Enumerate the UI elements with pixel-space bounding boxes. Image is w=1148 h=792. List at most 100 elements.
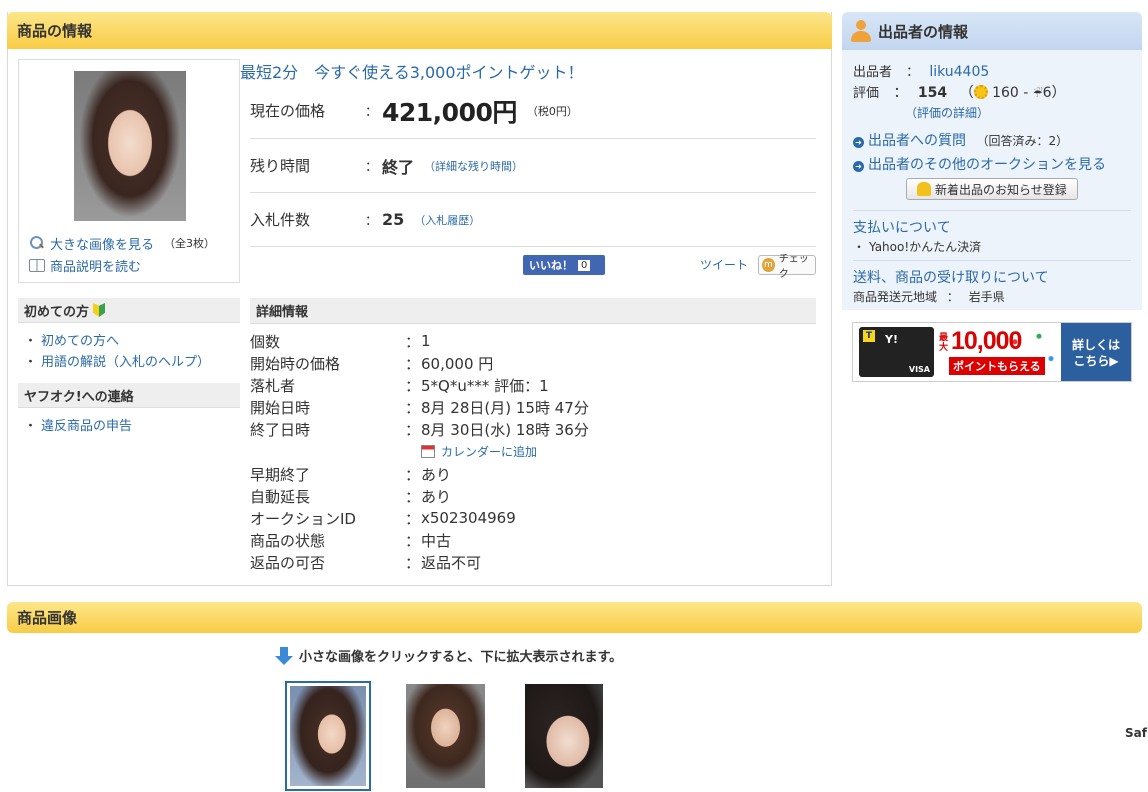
contact-title: ヤフオク!への連絡 [24,389,134,405]
detail-row-start-price: 開始時の価格 ： 60,000 円 [250,352,816,374]
ship-from-label: 商品発送元地域 [853,290,938,304]
check-label: チェック [778,254,809,280]
seller-rating-row: 評価 ： 154 （ 160 - ☔6） [853,82,1066,102]
other-auctions-row: ➜ 出品者のその他のオークションを見る [853,154,1106,174]
payment-link[interactable]: 支払いについて [853,217,951,237]
image-hint: 小さな画像をクリックすると、下に拡大表示されます。 [275,646,622,665]
for-beginners-link[interactable]: 初めての方へ [41,330,119,349]
detail-row-auction-id: オークションID ： x502304969 [250,507,816,529]
detail-row-winner: 落札者 ： 5*Q*u*** 評価：1 [250,374,816,396]
detail-label: 終了日時 [250,421,311,440]
detail-colon: ： [405,332,421,351]
other-auctions-link[interactable]: 出品者のその他のオークションを見る [868,157,1106,173]
detail-value: 返品不可 [421,554,482,573]
detail-label: 個数 [250,332,281,351]
ship-from-colon: ： [946,290,959,304]
ship-from-row: 商品発送元地域 ： 岩手県 [853,288,1005,305]
t-point-badge: T [863,330,875,342]
bid-count-value: 25 [382,210,405,229]
points-promo-link[interactable]: 最短2分 今すぐ使える3,000ポイントゲット！ [240,59,584,83]
detail-colon: ： [405,554,421,573]
price-label: 現在の価格 [250,102,326,120]
detail-row-condition: 商品の状態 ：中古 [250,530,816,552]
contact-header: ヤフオク!への連絡 [18,383,240,408]
detail-value: 8月 30日(水) 18時 36分 [421,421,589,440]
glossary-link[interactable]: 用語の解説（入札のヘルプ） [41,351,210,370]
read-description-link[interactable]: 商品説明を読む [50,256,141,275]
report-violation-link[interactable]: 違反商品の申告 [41,415,132,434]
gallery-thumb-1[interactable] [285,681,371,791]
gallery-thumb-2[interactable] [406,684,485,788]
details-title: 詳細情報 [256,305,309,320]
detail-value: 5*Q*u*** 評価：1 [421,376,549,395]
ship-from-value: 岩手県 [968,290,1005,304]
gallery-image-2 [406,684,485,788]
question-row: ➜ 出品者への質問 （回答済み：2） [853,130,1068,150]
max-label: 最大 [939,333,949,353]
main-thumbnail-box: 大きな画像を見る （全3枚） 商品説明を読む [18,59,240,283]
detail-row-auto-extend: 自動延長 ：あり [250,485,816,507]
detail-row-early-end: 早期終了 ：あり [250,463,816,485]
new-listing-notify-button[interactable]: 新着出品のお知らせ登録 [906,178,1078,200]
book-icon [29,258,45,272]
detail-colon: ： [405,509,421,528]
shipping-link[interactable]: 送料、商品の受け取りについて [853,267,1049,287]
gallery-image-1 [290,686,366,786]
rating-value-link[interactable]: 154 [918,85,947,101]
detail-colon: ： [405,487,421,506]
like-count: 0 [578,259,591,271]
add-to-calendar-link[interactable]: カレンダーに追加 [441,443,537,460]
check-button[interactable]: m チェック [758,254,816,280]
more-line1: 詳しくは [1071,338,1120,352]
main-product-image[interactable] [74,71,186,221]
rating-detail-link[interactable]: （評価の詳細） [905,104,989,121]
beginner-mark-icon [93,303,106,317]
ask-seller-link[interactable]: 出品者への質問 [868,133,966,149]
time-left-value: 終了 [382,157,415,177]
good-rating-icon [973,85,988,99]
payment-method: ・ Yahoo!かんたん決済 [853,238,981,255]
visa-logo: VISA [908,365,930,374]
detail-label: 早期終了 [250,465,311,484]
time-left-detail-link[interactable]: （詳細な残り時間） [424,158,523,174]
beginner-header: 初めての方 [18,298,240,323]
rating-bad: 6 [1042,85,1052,101]
time-left-row: 残り時間 ： 終了 （詳細な残り時間） [250,139,816,193]
time-left-colon: ： [365,160,379,175]
detail-value: 8月 28日(月) 15時 47分 [421,399,589,418]
gallery-thumb-3[interactable] [525,684,603,788]
product-images-title: 商品画像 [17,609,78,627]
rating-colon: ： [893,85,908,101]
person-icon [850,19,872,43]
detail-colon: ： [405,465,421,484]
like-label: いいね！ [529,259,573,272]
detail-label: オークションID [250,509,356,528]
seller-id-link[interactable]: liku4405 [929,64,989,80]
detail-value: 60,000 円 [421,354,494,373]
arrow-circle-icon: ➜ [853,161,864,172]
card-brand: Y! [885,333,898,346]
beginner-list: ・初めての方へ ・用語の解説（入札のヘルプ） [24,329,210,371]
detail-row-returns: 返品の可否 ：返品不可 [250,552,816,574]
payment-method-text: Yahoo!かんたん決済 [869,240,982,254]
details-table: 個数： 1 開始時の価格： 60,000 円 落札者： 5*Q*u*** 評価：1 開… [250,330,816,574]
view-large-image-link[interactable]: 大きな画像を見る [50,234,154,253]
current-price-row: 現在の価格 ： 421,000円 （税0円） [250,83,816,139]
bid-history-link[interactable]: （入札履歴） [414,212,480,228]
product-info-title: 商品の情報 [17,22,93,40]
time-left-label: 残り時間 [250,157,311,175]
bullet: ・ [24,419,38,434]
credit-card-image: T Y! VISA [859,327,934,377]
detail-value: 1 [421,332,431,351]
facebook-like-button[interactable]: いいね！ 0 [523,255,605,275]
banner-more-button[interactable]: 詳しくは こちら▶ [1061,323,1131,381]
detail-value: あり [421,487,452,506]
details-header: 詳細情報 [250,298,816,324]
bell-icon [917,182,931,196]
rating-sep: - [1023,85,1029,101]
detail-label: 落札者 [250,376,296,395]
credit-card-banner[interactable]: T Y! VISA 最大 10,000 ポイントもらえる 詳しくは こちら▶ [852,322,1132,382]
detail-label: 自動延長 [250,487,311,506]
beginner-title: 初めての方 [24,304,90,320]
tweet-link[interactable]: ツイート [700,256,748,273]
